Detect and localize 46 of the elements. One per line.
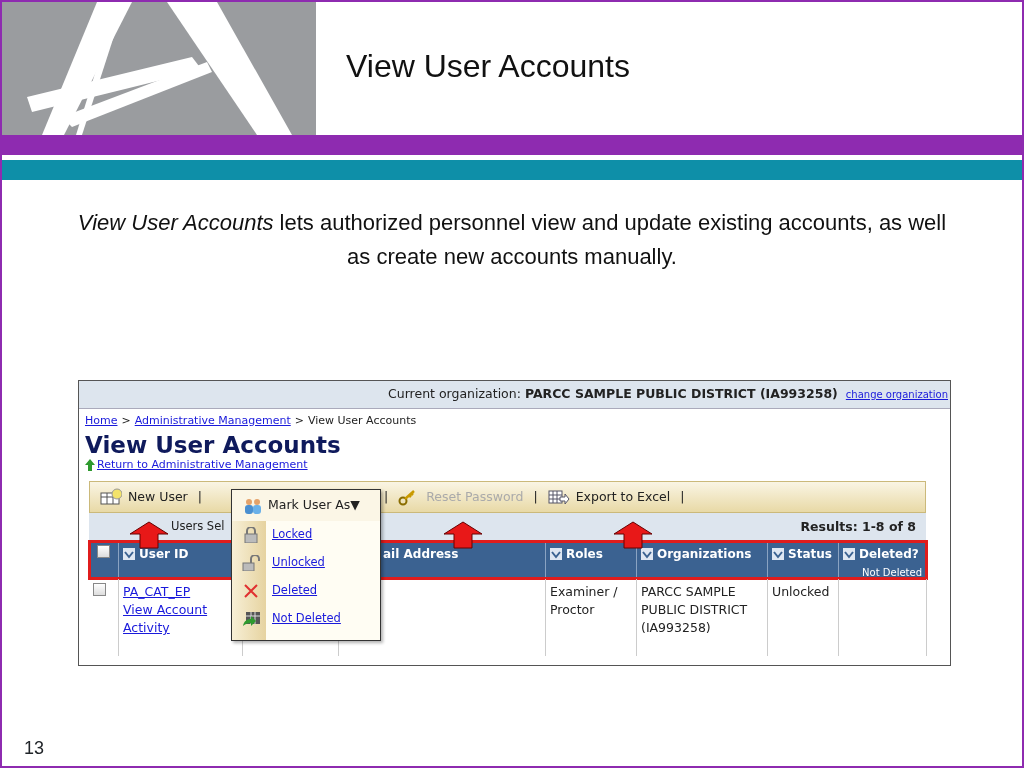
breadcrumb-link[interactable]: Home	[85, 413, 118, 430]
breadcrumb-separator: >	[121, 413, 131, 429]
column-header[interactable]: ail Address	[383, 545, 459, 563]
annotation-arrow	[613, 521, 653, 549]
select-all-checkbox[interactable]	[97, 545, 110, 558]
up-arrow-icon	[85, 458, 95, 471]
results-count: Results: 1-8 of 8	[800, 517, 916, 536]
close-icon	[242, 583, 261, 599]
column-header[interactable]: Deleted?	[859, 545, 919, 563]
table-cell: Unlocked	[772, 584, 830, 599]
toolbar-button[interactable]: Export to Excel	[547, 487, 671, 507]
toolbar-button[interactable]: New User	[100, 487, 188, 507]
intro-text: View User Accounts lets authorized personnel view and update existing accounts, as well as create new accounts manually.	[76, 209, 948, 271]
change-organization-link[interactable]: change organization	[845, 387, 948, 402]
annotation-arrow	[443, 521, 483, 549]
menu-item[interactable]: Not Deleted	[232, 605, 380, 633]
table-cell: PARCC SAMPLE PUBLIC DISTRICT (IA993258)	[641, 584, 748, 635]
restore-icon	[242, 611, 261, 627]
slide-number: 13	[24, 737, 45, 760]
toolbar-separator: |	[533, 487, 538, 506]
toolbar-separator: |	[680, 487, 685, 506]
lock-icon	[242, 527, 261, 543]
breadcrumb-current: View User Accounts	[307, 413, 417, 429]
breadcrumb-link[interactable]: Administrative Management	[134, 413, 291, 430]
toolbar-separator: |	[383, 487, 389, 506]
annotation-arrow	[129, 521, 169, 549]
column-filter: Not Deleted	[862, 566, 922, 580]
page-title: View User Accounts	[84, 430, 342, 457]
export-icon	[547, 488, 570, 506]
breadcrumb-separator: >	[294, 413, 304, 429]
slide-title: View User Accounts	[346, 50, 630, 86]
unlocked-icon	[242, 555, 261, 571]
users-icon	[244, 497, 262, 514]
menu-item[interactable]: Locked	[232, 521, 380, 549]
column-header[interactable]: User ID	[139, 545, 189, 563]
table-icon	[100, 488, 122, 506]
menu-item[interactable]: Unlocked	[232, 549, 380, 577]
row-checkbox[interactable]	[93, 583, 106, 596]
organization-label: Current organization: PARCC SAMPLE PUBLIC DISTRICT (IA993258)	[388, 385, 838, 404]
toolbar-separator: |	[197, 487, 202, 506]
mark-user-button[interactable]: Mark User As▼	[232, 490, 380, 521]
column-header[interactable]: Roles	[566, 545, 603, 563]
return-link[interactable]: Return to Administrative Management	[97, 456, 308, 473]
menu-item[interactable]: Deleted	[232, 577, 380, 605]
table-cell: Examiner / Proctor	[550, 584, 618, 617]
selected-count: Users Sel	[171, 518, 225, 536]
